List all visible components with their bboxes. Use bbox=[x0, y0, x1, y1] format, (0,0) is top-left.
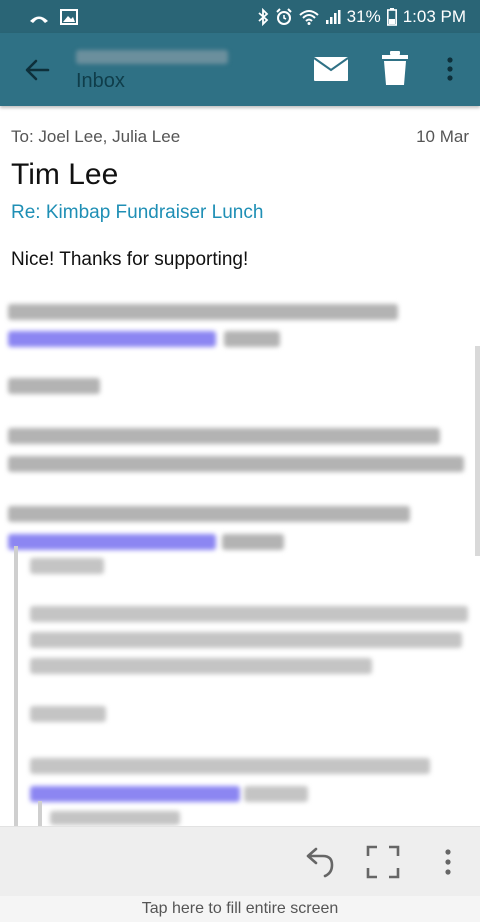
redacted-link[interactable] bbox=[8, 534, 216, 550]
redacted-line bbox=[222, 534, 284, 550]
arrow-left-icon bbox=[25, 59, 50, 81]
trash-icon bbox=[382, 51, 408, 85]
alarm-icon bbox=[275, 7, 292, 25]
signal-icon bbox=[325, 9, 341, 24]
bottom-toolbar bbox=[0, 826, 480, 897]
redacted-line bbox=[224, 331, 280, 347]
quote-bar bbox=[14, 546, 18, 826]
redacted-link[interactable] bbox=[8, 331, 216, 347]
toolbar-more-button[interactable] bbox=[440, 845, 456, 879]
battery-icon bbox=[386, 7, 397, 26]
back-button[interactable] bbox=[22, 55, 54, 85]
status-right-icons: 31% 1:03 PM bbox=[257, 7, 466, 27]
redacted-link[interactable] bbox=[30, 786, 240, 802]
status-bar: 31% 1:03 PM bbox=[0, 0, 480, 33]
sender-name: Tim Lee bbox=[11, 158, 119, 191]
reply-button[interactable] bbox=[304, 844, 336, 878]
status-left-icons bbox=[28, 8, 78, 25]
message-subject: Re: Kimbap Fundraiser Lunch bbox=[11, 202, 264, 223]
quote-bar bbox=[38, 801, 42, 826]
fullscreen-button[interactable] bbox=[366, 845, 400, 879]
redacted-line bbox=[244, 786, 308, 802]
app-bar: Inbox bbox=[0, 33, 480, 106]
folder-name: Inbox bbox=[76, 70, 125, 92]
battery-percent: 31% bbox=[346, 6, 381, 26]
redacted-line bbox=[8, 456, 464, 472]
redacted-line bbox=[30, 632, 462, 648]
message-date: 10 Mar bbox=[416, 127, 469, 146]
more-vert-icon bbox=[447, 57, 453, 81]
mark-unread-button[interactable] bbox=[313, 55, 349, 83]
redacted-line bbox=[30, 658, 372, 674]
redacted-line bbox=[30, 606, 468, 622]
envelope-icon bbox=[313, 57, 349, 81]
redacted-line bbox=[50, 811, 180, 825]
gallery-icon bbox=[60, 8, 78, 25]
bluetooth-icon bbox=[258, 7, 268, 26]
redacted-line bbox=[30, 758, 430, 774]
more-vert-icon bbox=[445, 849, 451, 875]
delete-button[interactable] bbox=[380, 50, 410, 86]
recipients: To: Joel Lee, Julia Lee bbox=[11, 127, 181, 146]
redacted-line bbox=[30, 706, 106, 722]
redacted-line bbox=[8, 506, 410, 522]
scrollbar[interactable] bbox=[475, 346, 480, 556]
redacted-line bbox=[8, 378, 100, 394]
reply-icon bbox=[306, 847, 334, 878]
account-name-redacted bbox=[76, 50, 228, 64]
message-body: Nice! Thanks for supporting! bbox=[11, 249, 249, 270]
redacted-line bbox=[8, 304, 398, 320]
clock: 1:03 PM bbox=[402, 6, 466, 26]
wifi-icon bbox=[298, 9, 319, 25]
missed-call-icon bbox=[30, 16, 48, 23]
redacted-line bbox=[30, 558, 104, 574]
fullscreen-icon bbox=[366, 845, 400, 879]
message-view[interactable]: To: Joel Lee, Julia Lee 10 Mar Tim Lee R… bbox=[0, 106, 480, 826]
redacted-line bbox=[8, 428, 440, 444]
more-options-button[interactable] bbox=[440, 53, 460, 85]
fill-screen-hint[interactable]: Tap here to fill entire screen bbox=[0, 896, 480, 922]
